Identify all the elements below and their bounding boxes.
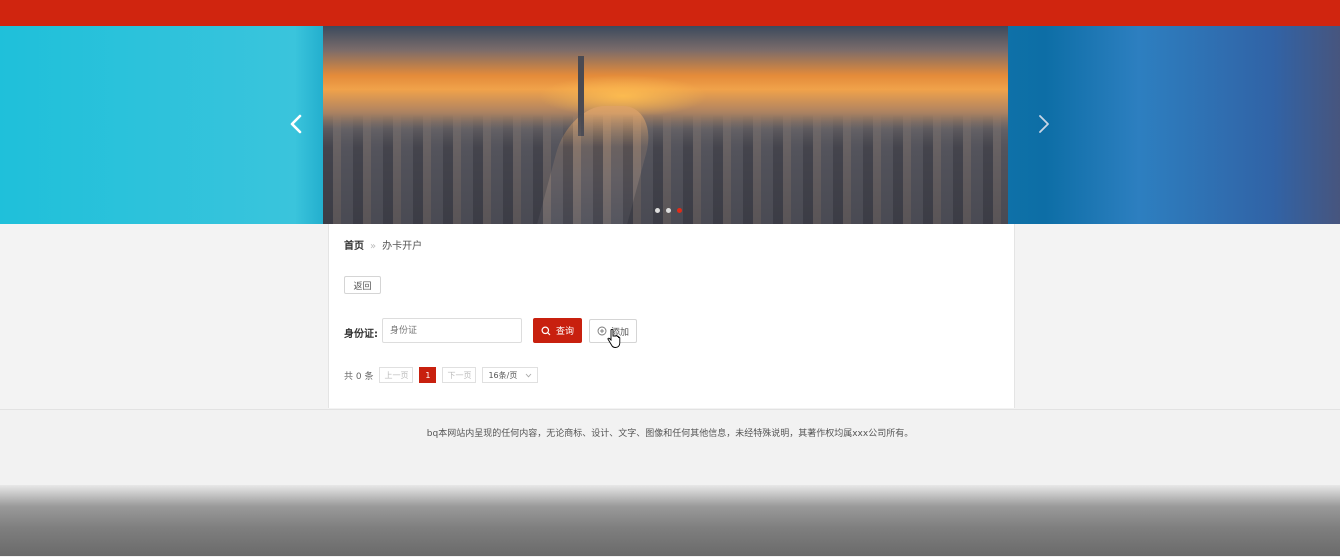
carousel-next-button[interactable] [1032, 112, 1056, 136]
breadcrumb-separator: » [370, 241, 377, 252]
blurred-overlay [0, 485, 1340, 556]
footer-copyright: bq本网站内呈现的任何内容，无论商标、设计、文字、图像和任何其他信息，未经特殊说… [426, 429, 914, 439]
breadcrumb: 首页 » 办卡开户 [344, 237, 422, 252]
carousel-dot-active[interactable] [677, 208, 682, 213]
pagination-page-1[interactable]: 1 [419, 367, 437, 383]
carousel-prev-button[interactable] [285, 112, 309, 136]
main-panel: 首页»办卡开户 返回 身份证: 查询 添加 共 0 条 上一页 1 下一页 16… [328, 224, 1015, 408]
pagination-total: 共 0 条 [344, 371, 374, 382]
carousel-dot[interactable] [655, 208, 660, 213]
carousel-slide-image [323, 26, 1008, 224]
hand-cursor-icon [607, 329, 621, 348]
id-card-label: 身份证: [344, 329, 378, 340]
banner-carousel [0, 26, 1340, 224]
plus-circle-icon [597, 326, 607, 336]
query-button[interactable]: 查询 [533, 318, 582, 343]
page-size-select[interactable]: 16条/页 [482, 367, 539, 383]
top-bar [0, 0, 1340, 27]
search-icon [541, 326, 551, 335]
query-button-label: 查询 [555, 327, 574, 337]
breadcrumb-current: 办卡开户 [382, 241, 423, 252]
chevron-right-icon [1039, 115, 1049, 133]
carousel-indicators [655, 208, 682, 213]
pagination-prev-button[interactable]: 上一页 [379, 367, 414, 383]
page-size-value: 16条/页 [488, 370, 518, 380]
breadcrumb-home[interactable]: 首页 [344, 241, 364, 252]
chevron-down-icon [526, 373, 532, 377]
carousel-dot[interactable] [666, 208, 671, 213]
pagination: 共 0 条 上一页 1 下一页 16条/页 [344, 367, 539, 383]
chevron-left-icon [290, 114, 302, 134]
back-button[interactable]: 返回 [344, 276, 381, 294]
pagination-next-button[interactable]: 下一页 [442, 367, 477, 383]
id-card-input[interactable] [382, 318, 522, 343]
